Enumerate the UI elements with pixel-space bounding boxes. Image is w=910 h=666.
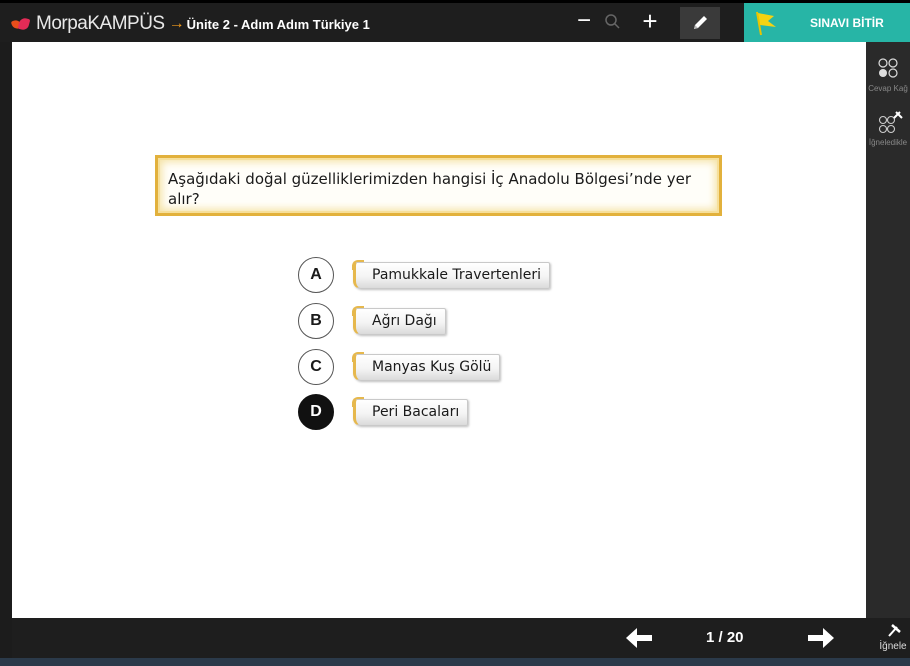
- minus-icon[interactable]: −: [570, 7, 598, 37]
- option-b[interactable]: B Ağrı Dağı: [298, 303, 598, 339]
- brand: MorpaKAMPÜS → Ünite 2 - Adım Adım Türkiy…: [10, 12, 370, 36]
- answer-key-label: Cevap Kağ: [868, 84, 908, 93]
- option-letter[interactable]: C: [298, 349, 334, 385]
- option-a[interactable]: A Pamukkale Travertenleri: [298, 257, 598, 293]
- finish-exam-button[interactable]: SINAVI BİTİR: [744, 3, 910, 42]
- page-indicator: 1 / 20: [706, 629, 744, 646]
- option-c[interactable]: C Manyas Kuş Gölü: [298, 349, 598, 385]
- morpa-logo-icon: [10, 16, 32, 32]
- option-text: Peri Bacaları: [372, 404, 460, 420]
- answer-key-icon: [878, 58, 898, 78]
- option-box[interactable]: Ağrı Dağı: [352, 305, 446, 335]
- exam-window: MorpaKAMPÜS → Ünite 2 - Adım Adım Türkiy…: [0, 0, 910, 666]
- option-box[interactable]: Peri Bacaları: [351, 396, 469, 426]
- plus-icon[interactable]: +: [636, 7, 664, 37]
- pencil-button[interactable]: [680, 7, 720, 39]
- finish-exam-label: SINAVI BİTİR: [810, 15, 884, 30]
- pinned-questions-icon: [878, 111, 903, 134]
- option-text: Manyas Kuş Gölü: [372, 359, 492, 375]
- pinned-label: İğneledikle: [868, 138, 908, 147]
- pinned-button[interactable]: İğneledikle: [866, 110, 910, 147]
- answer-key-button[interactable]: Cevap Kağ: [866, 56, 910, 93]
- pin-label: İğnele: [879, 641, 907, 652]
- breadcrumb-arrow: →: [168, 15, 185, 32]
- option-letter[interactable]: B: [298, 303, 334, 339]
- pin-button[interactable]: İğnele: [876, 622, 910, 658]
- option-letter-selected[interactable]: D: [298, 394, 334, 430]
- option-text: Ağrı Dağı: [372, 313, 437, 329]
- app-name: MorpaKAMPÜS: [36, 13, 165, 34]
- top-bar: MorpaKAMPÜS → Ünite 2 - Adım Adım Türkiy…: [0, 0, 910, 42]
- option-d[interactable]: D Peri Bacaları: [298, 394, 598, 430]
- pencil-icon: [694, 16, 707, 29]
- pin-icon: [888, 624, 901, 637]
- option-box[interactable]: Manyas Kuş Gölü: [351, 351, 501, 381]
- arrow-right-icon[interactable]: [806, 626, 836, 650]
- question-box: Aşağıdaki doğal güzelliklerimizden hangi…: [155, 155, 722, 216]
- option-text: Pamukkale Travertenleri: [372, 267, 542, 283]
- question-area: Aşağıdaki doğal güzelliklerimizden hangi…: [12, 42, 866, 618]
- question-text: Aşağıdaki doğal güzelliklerimizden hangi…: [168, 170, 691, 208]
- right-tool-panel: Cevap Kağ İğneledikle: [866, 42, 910, 618]
- unit-title: Ünite 2 - Adım Adım Türkiye 1: [186, 16, 370, 32]
- option-box[interactable]: Pamukkale Travertenleri: [351, 259, 551, 289]
- flag-icon: [752, 10, 780, 36]
- left-edge: [0, 42, 12, 658]
- magnifier-icon[interactable]: [602, 11, 624, 33]
- bottom-bar: 1 / 20 İğnele: [12, 618, 910, 658]
- arrow-left-icon[interactable]: [624, 626, 654, 650]
- taskbar-strip: [0, 658, 910, 666]
- option-letter[interactable]: A: [298, 257, 334, 293]
